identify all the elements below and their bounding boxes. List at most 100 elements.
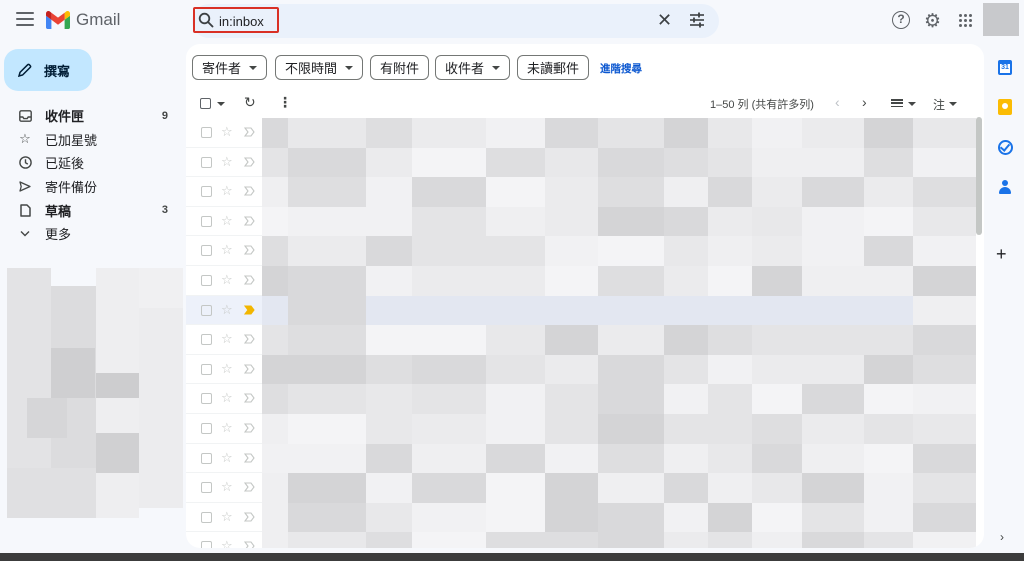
importance-marker-icon[interactable] xyxy=(244,512,255,522)
row-checkbox[interactable] xyxy=(201,423,212,434)
tasks-app-button[interactable] xyxy=(993,135,1017,159)
importance-marker-icon[interactable] xyxy=(244,157,255,167)
scrollbar[interactable] xyxy=(976,117,982,235)
google-apps-icon[interactable] xyxy=(959,14,972,27)
calendar-app-button[interactable]: 31 xyxy=(993,55,1017,79)
search-icon[interactable] xyxy=(198,12,214,28)
chevron-right-icon[interactable]: › xyxy=(1000,530,1004,544)
email-row[interactable]: ☆ xyxy=(186,354,976,385)
sidebar-item-starred[interactable]: ☆ 已加星號 xyxy=(0,128,180,152)
importance-marker-icon[interactable] xyxy=(244,186,255,196)
star-icon[interactable]: ☆ xyxy=(221,154,233,170)
keep-app-button[interactable] xyxy=(993,95,1017,119)
email-row[interactable]: ☆ xyxy=(186,147,976,178)
search-input[interactable] xyxy=(219,12,619,30)
sidebar-item-drafts[interactable]: 草稿 3 xyxy=(0,198,180,222)
row-checkbox[interactable] xyxy=(201,215,212,227)
email-row[interactable]: ☆ xyxy=(186,266,976,296)
row-checkbox[interactable] xyxy=(201,511,212,523)
compose-button[interactable]: 撰寫 xyxy=(4,49,92,91)
more-options-icon[interactable]: ⋮ xyxy=(278,94,292,111)
email-row[interactable]: ☆ xyxy=(186,118,976,148)
main-menu-icon[interactable] xyxy=(16,12,34,26)
star-icon[interactable]: ☆ xyxy=(221,124,233,140)
email-row[interactable]: ☆ xyxy=(186,177,976,207)
importance-marker-icon[interactable] xyxy=(244,216,255,226)
star-icon[interactable]: ☆ xyxy=(221,420,233,436)
star-icon[interactable]: ☆ xyxy=(221,242,233,258)
filter-chip-attachment[interactable]: 有附件 xyxy=(370,55,430,80)
density-caret-icon[interactable] xyxy=(908,102,916,106)
email-row[interactable]: ☆ xyxy=(186,502,976,533)
row-checkbox[interactable] xyxy=(201,541,212,548)
star-icon[interactable]: ☆ xyxy=(221,331,233,347)
row-checkbox[interactable] xyxy=(201,245,212,257)
row-checkbox[interactable] xyxy=(201,127,212,138)
email-row[interactable]: ☆ xyxy=(186,414,976,444)
star-icon[interactable]: ☆ xyxy=(221,450,233,466)
star-icon[interactable]: ☆ xyxy=(221,479,233,495)
filter-chip-time[interactable]: 不限時間 xyxy=(275,55,364,80)
row-checkbox[interactable] xyxy=(201,334,212,346)
filter-chip-unread[interactable]: 未讀郵件 xyxy=(517,55,590,80)
star-icon[interactable]: ☆ xyxy=(221,302,233,318)
importance-marker-icon[interactable] xyxy=(244,423,255,433)
email-row[interactable]: ☆ xyxy=(186,206,976,237)
row-checkbox[interactable] xyxy=(201,156,212,168)
importance-marker-icon[interactable] xyxy=(244,393,255,403)
importance-marker-icon[interactable] xyxy=(244,245,255,255)
importance-marker-icon[interactable] xyxy=(244,334,255,344)
importance-marker-icon[interactable] xyxy=(244,453,255,463)
sidebar-item-more[interactable]: 更多 xyxy=(0,222,180,246)
select-all-checkbox[interactable] xyxy=(200,98,211,109)
refresh-icon[interactable]: ↻ xyxy=(244,94,256,111)
gmail-logo[interactable]: Gmail xyxy=(46,10,120,30)
email-row[interactable]: ☆ xyxy=(186,325,976,355)
row-checkbox[interactable] xyxy=(201,275,212,286)
help-icon[interactable]: ? xyxy=(892,11,910,29)
input-tool-label[interactable]: 注 xyxy=(933,96,945,113)
get-addons-plus-icon[interactable]: + xyxy=(996,244,1007,265)
sidebar-item-sent[interactable]: 寄件備份 xyxy=(0,175,180,199)
sidebar-item-snoozed[interactable]: 已延後 xyxy=(0,151,180,175)
advanced-search-link[interactable]: 進階搜尋 xyxy=(600,61,642,76)
importance-marker-icon[interactable] xyxy=(244,305,255,315)
gear-icon[interactable]: ⚙ xyxy=(924,10,941,33)
row-checkbox[interactable] xyxy=(201,186,212,198)
density-icon[interactable] xyxy=(891,99,903,107)
email-row[interactable]: ☆ xyxy=(186,443,976,474)
star-icon[interactable]: ☆ xyxy=(221,183,233,199)
star-icon[interactable]: ☆ xyxy=(221,213,233,229)
search-options-icon[interactable] xyxy=(689,12,705,28)
star-icon[interactable]: ☆ xyxy=(221,509,233,525)
importance-marker-icon[interactable] xyxy=(244,364,255,374)
chevron-left-icon[interactable]: ‹ xyxy=(835,94,840,110)
filter-chip-to[interactable]: 收件者 xyxy=(435,55,511,80)
star-icon[interactable]: ☆ xyxy=(221,390,233,406)
sidebar-item-inbox[interactable]: 收件匣 9 xyxy=(0,104,180,128)
importance-marker-icon[interactable] xyxy=(244,127,255,137)
importance-marker-icon[interactable] xyxy=(244,275,255,285)
importance-marker-icon[interactable] xyxy=(244,541,255,548)
star-icon[interactable]: ☆ xyxy=(221,361,233,377)
chevron-right-icon[interactable]: › xyxy=(862,94,867,110)
row-checkbox[interactable] xyxy=(201,363,212,375)
star-icon[interactable]: ☆ xyxy=(221,272,233,288)
email-row[interactable]: ☆ xyxy=(186,532,976,548)
email-row[interactable]: ☆ xyxy=(186,295,976,326)
clear-search-icon[interactable]: ✕ xyxy=(657,10,672,31)
star-icon[interactable]: ☆ xyxy=(221,538,233,548)
row-checkbox[interactable] xyxy=(201,393,212,405)
importance-marker-icon[interactable] xyxy=(244,482,255,492)
select-options-caret-icon[interactable] xyxy=(217,102,225,106)
avatar[interactable] xyxy=(983,3,1019,36)
email-row[interactable]: ☆ xyxy=(186,473,976,503)
input-tool-caret-icon[interactable] xyxy=(949,102,957,106)
contacts-app-button[interactable] xyxy=(993,175,1017,199)
row-checkbox[interactable] xyxy=(201,452,212,464)
row-checkbox[interactable] xyxy=(201,482,212,494)
email-row[interactable]: ☆ xyxy=(186,236,976,266)
filter-chip-from[interactable]: 寄件者 xyxy=(192,55,268,80)
email-row[interactable]: ☆ xyxy=(186,384,976,414)
row-checkbox[interactable] xyxy=(201,304,212,316)
